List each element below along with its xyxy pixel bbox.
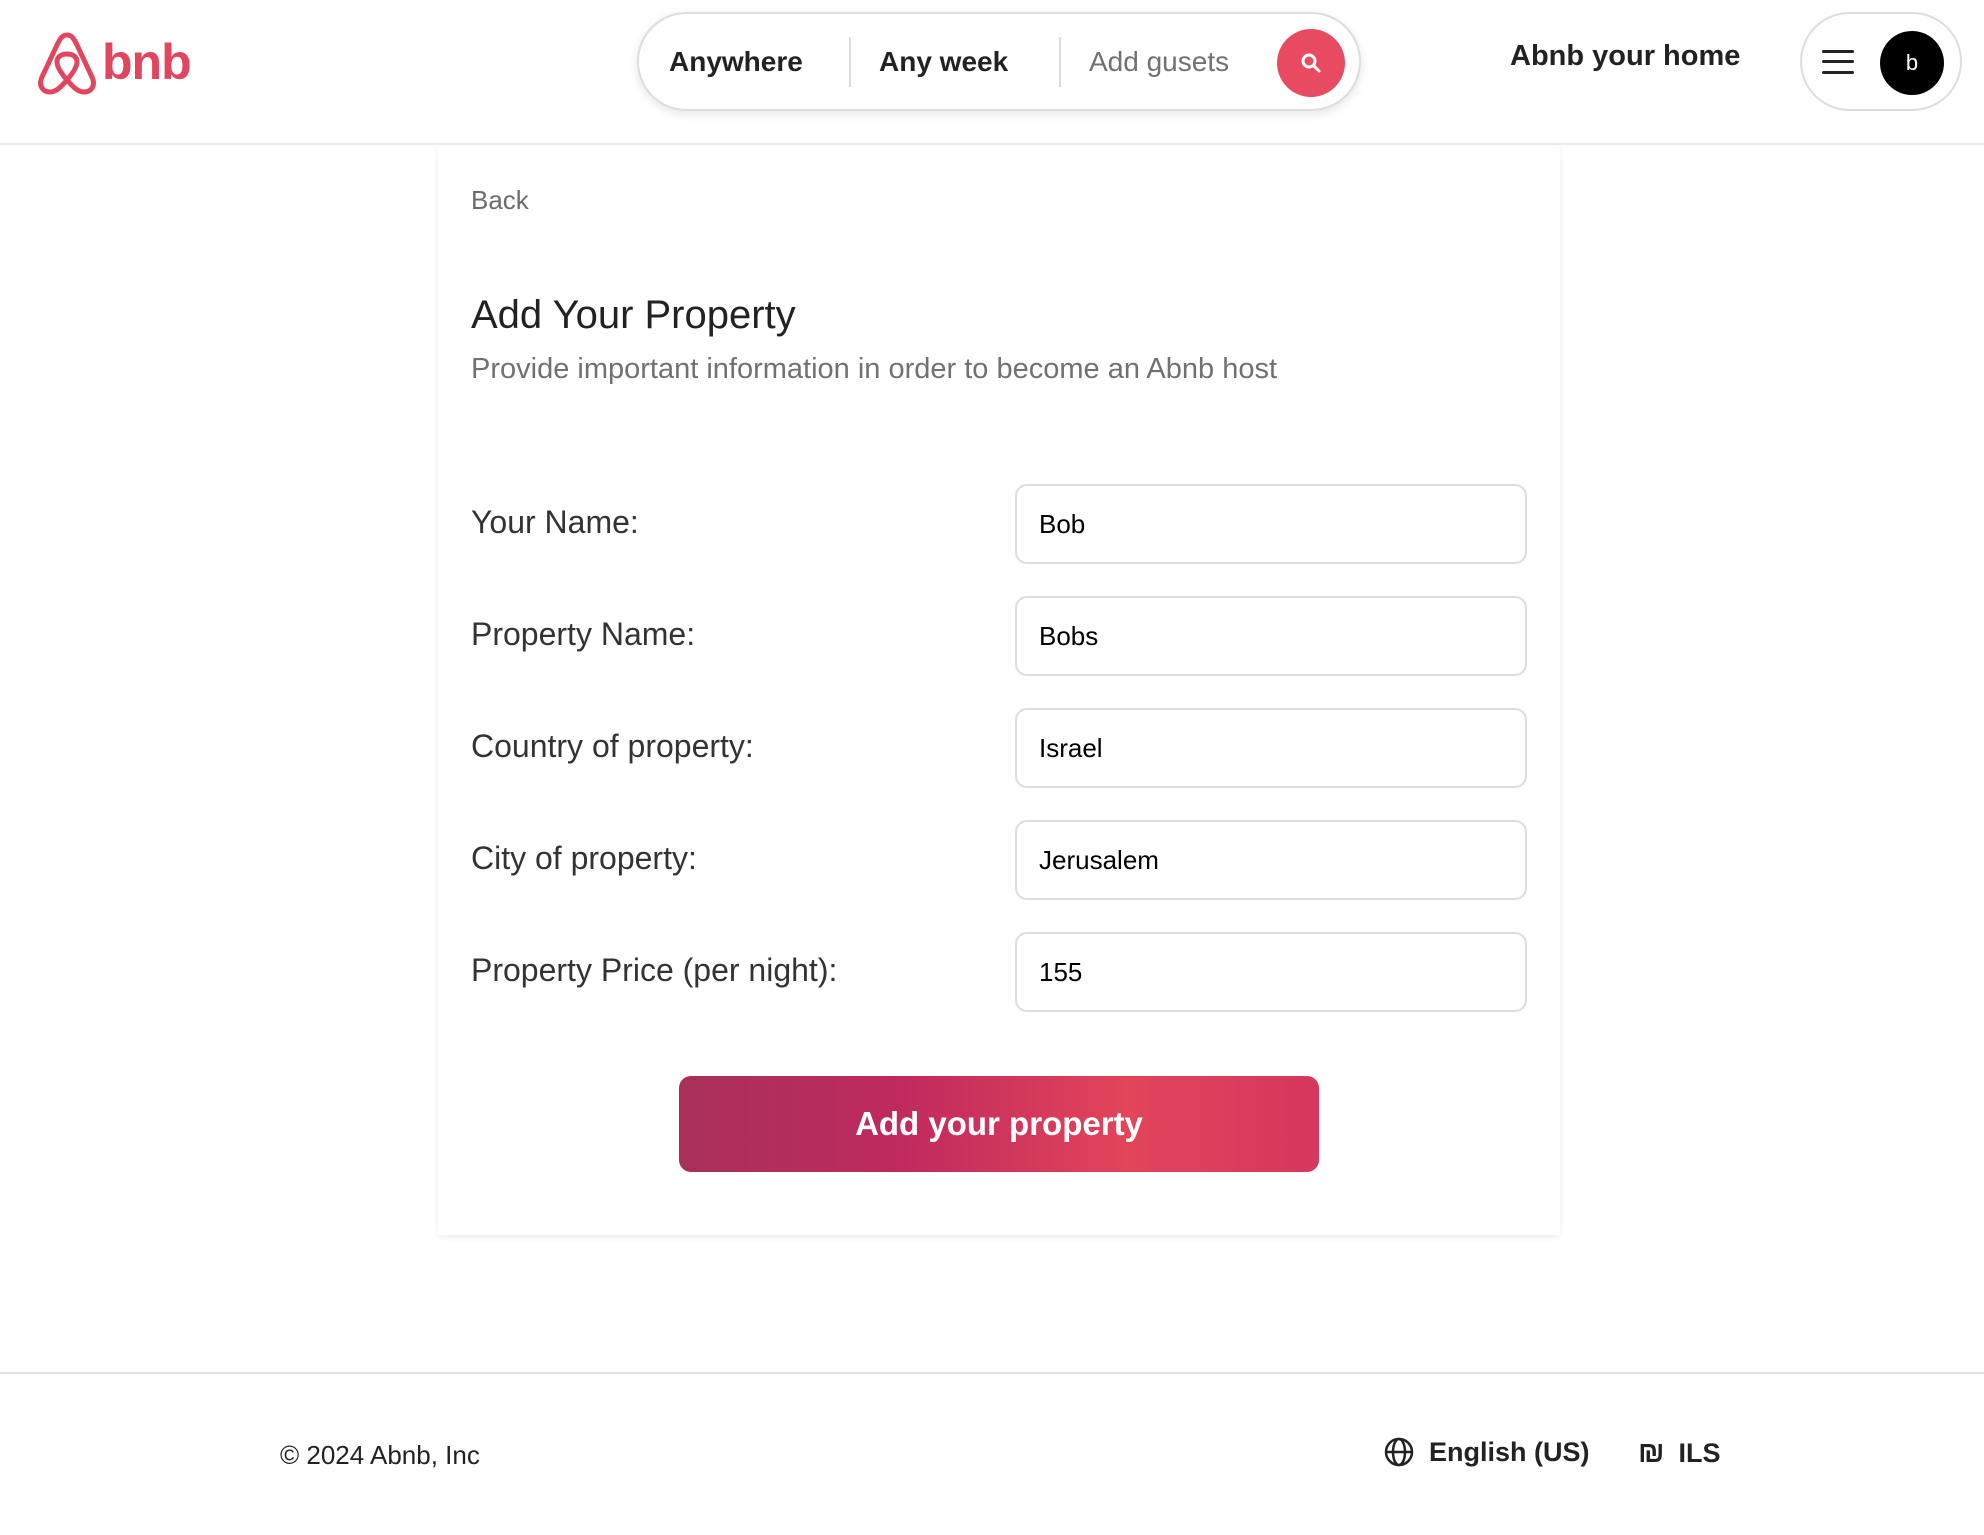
language-label: English (US) (1429, 1436, 1590, 1467)
globe-icon (1384, 1437, 1414, 1467)
city-label: City of property: (471, 840, 697, 876)
add-property-button[interactable]: Add your property (679, 1076, 1319, 1172)
hamburger-menu-icon (1822, 49, 1854, 74)
logo-text: bnb (102, 34, 192, 90)
your-name-row: Your Name: (471, 484, 1531, 564)
airbnb-logo-icon (38, 32, 96, 95)
top-header: bnb Anywhere Any week Add gusets Abnb yo… (0, 0, 1984, 145)
property-name-input[interactable] (1015, 596, 1527, 676)
page-subtitle: Provide important information in order t… (471, 353, 1278, 385)
avatar: b (1880, 31, 1944, 95)
back-link[interactable]: Back (471, 185, 529, 216)
currency-selector[interactable]: ₪ ILS (1638, 1436, 1721, 1470)
search-icon (1301, 53, 1321, 73)
price-input[interactable] (1015, 932, 1527, 1012)
user-menu-button[interactable]: b (1800, 12, 1962, 111)
country-input[interactable] (1015, 708, 1527, 788)
search-anywhere[interactable]: Anywhere (639, 38, 849, 86)
page-title: Add Your Property (471, 293, 796, 337)
price-label: Property Price (per night): (471, 952, 838, 988)
search-any-week[interactable]: Any week (851, 38, 1059, 86)
search-button[interactable] (1277, 29, 1345, 97)
footer: © 2024 Abnb, Inc English (US) ₪ ILS (0, 1372, 1984, 1535)
language-selector[interactable]: English (US) (1383, 1436, 1590, 1468)
city-row: City of property: (471, 820, 1531, 900)
copyright-text: © 2024 Abnb, Inc (280, 1440, 480, 1470)
country-row: Country of property: (471, 708, 1531, 788)
host-your-home-link[interactable]: Abnb your home (1510, 40, 1740, 73)
property-name-row: Property Name: (471, 596, 1531, 676)
shekel-icon: ₪ (1638, 1436, 1665, 1469)
property-name-label: Property Name: (471, 616, 696, 652)
your-name-input[interactable] (1015, 484, 1527, 564)
add-property-card: Back Add Your Property Provide important… (438, 147, 1560, 1235)
abnb-logo[interactable]: bnb (36, 28, 192, 96)
search-bar[interactable]: Anywhere Any week Add gusets (637, 12, 1361, 111)
search-add-guests[interactable]: Add gusets (1061, 38, 1281, 86)
country-label: Country of property: (471, 728, 754, 764)
currency-label: ILS (1678, 1437, 1721, 1468)
your-name-label: Your Name: (471, 504, 639, 540)
price-row: Property Price (per night): (471, 932, 1531, 1012)
city-input[interactable] (1015, 820, 1527, 900)
